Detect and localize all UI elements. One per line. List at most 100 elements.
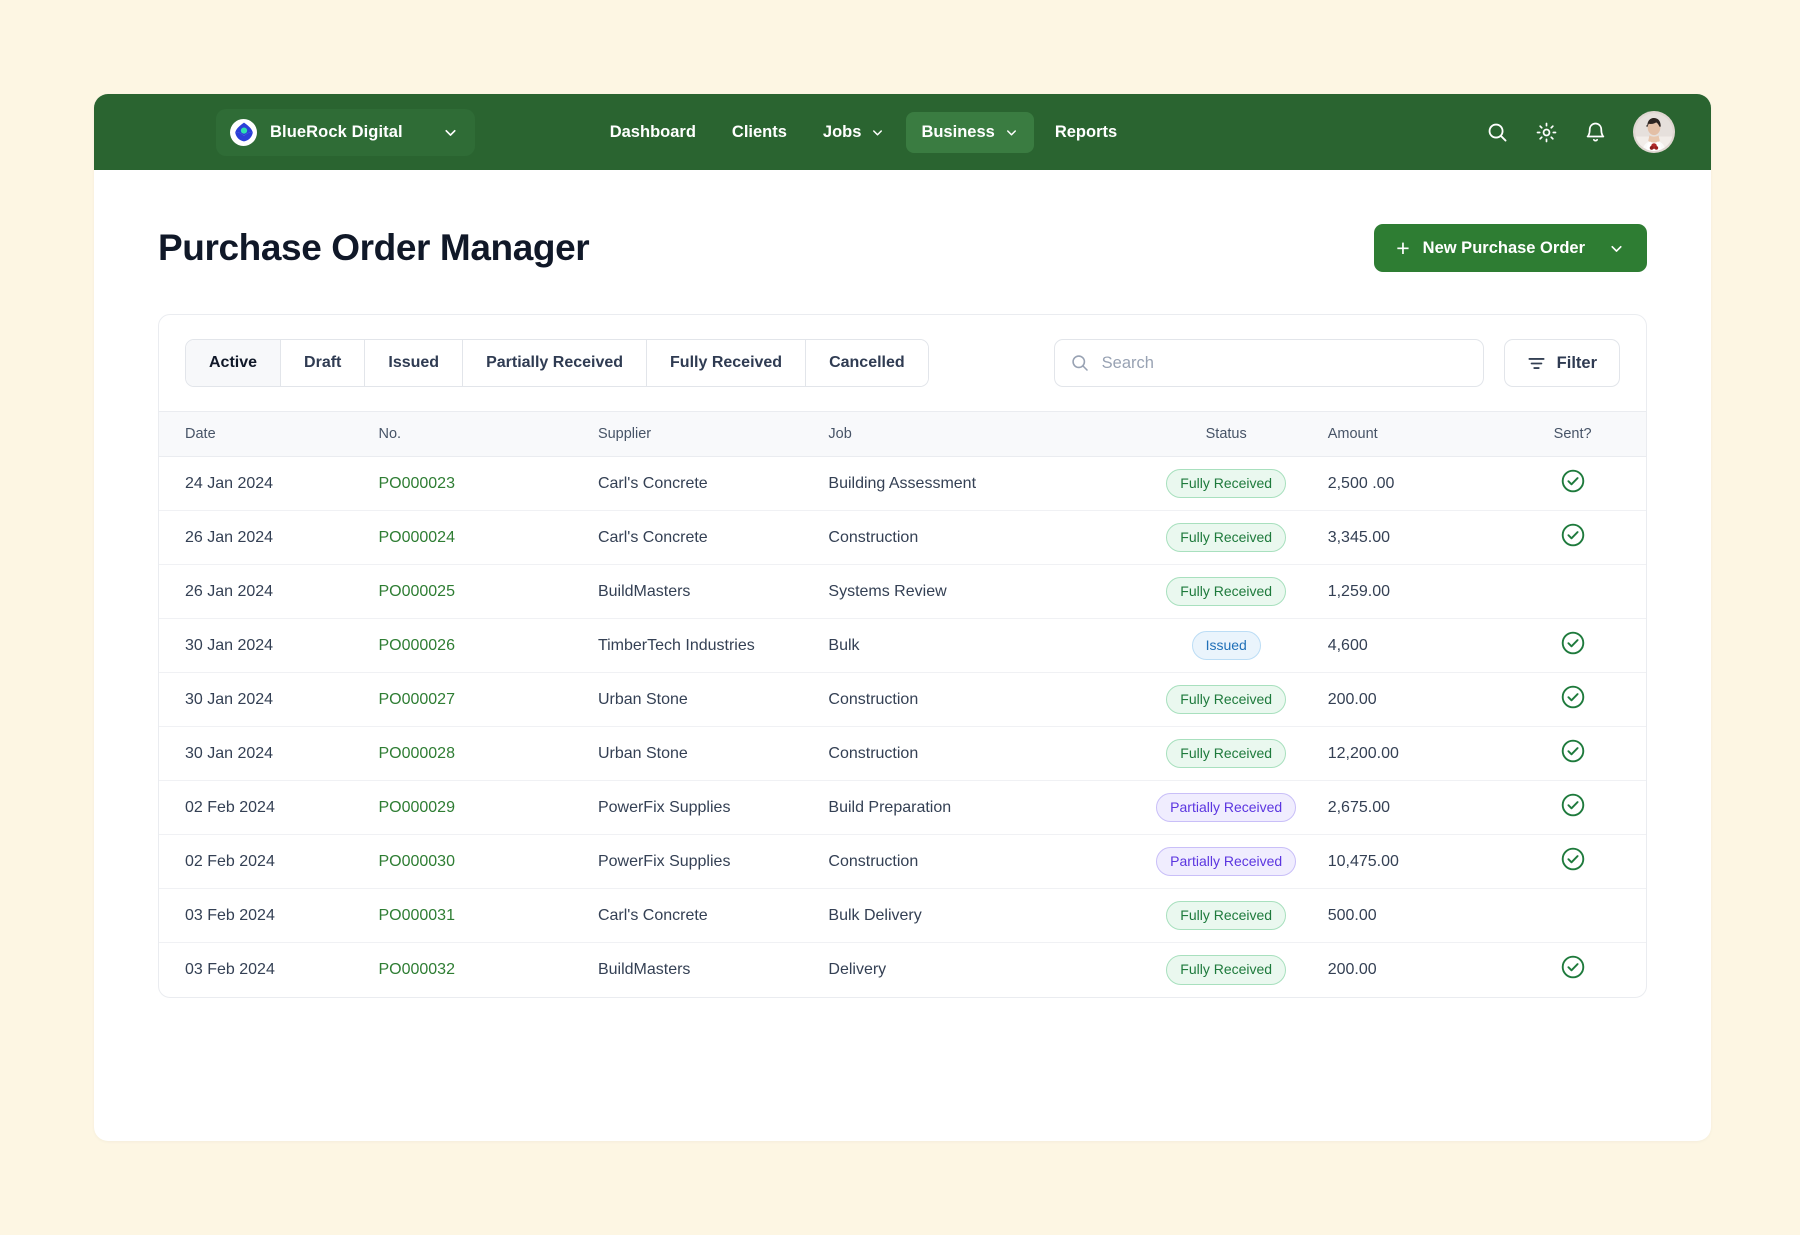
table-row[interactable]: 24 Jan 2024 PO000023 Carl's Concrete Buildi… xyxy=(159,456,1646,511)
cell-no: PO000024 xyxy=(378,510,598,565)
bell-icon[interactable] xyxy=(1584,121,1607,144)
purchase-order-link[interactable]: PO000028 xyxy=(378,745,455,762)
cell-job: Bulk Delivery xyxy=(828,888,1125,943)
cell-no: PO000025 xyxy=(378,564,598,619)
cell-no: PO000029 xyxy=(378,780,598,835)
tab-issued[interactable]: Issued xyxy=(365,340,464,386)
cell-job: Construction xyxy=(828,726,1125,781)
cell-job: Bulk xyxy=(828,618,1125,673)
purchase-order-link[interactable]: PO000023 xyxy=(378,475,455,492)
cell-job: Construction xyxy=(828,510,1125,565)
cell-status: Fully Received xyxy=(1124,456,1328,511)
search-icon[interactable] xyxy=(1486,121,1509,144)
table-row[interactable]: 26 Jan 2024 PO000025 BuildMasters Systems R… xyxy=(159,564,1646,619)
purchase-order-link[interactable]: PO000032 xyxy=(378,961,455,978)
status-badge: Fully Received xyxy=(1166,522,1287,553)
status-badge: Issued xyxy=(1191,630,1261,661)
table-row[interactable]: 30 Jan 2024 PO000028 Urban Stone Constructi… xyxy=(159,726,1646,781)
cell-amount: 2,675.00 xyxy=(1327,780,1526,835)
cell-supplier: Urban Stone xyxy=(597,672,829,727)
search-input[interactable] xyxy=(1053,339,1484,387)
page-body: Purchase Order Manager + New Purchase Or… xyxy=(94,170,1711,998)
table-row[interactable]: 30 Jan 2024 PO000026 TimberTech Industries… xyxy=(159,618,1646,673)
nav-item-business[interactable]: Business xyxy=(906,111,1034,153)
cell-date: 26 Jan 2024 xyxy=(159,510,379,565)
cell-no: PO000031 xyxy=(378,888,598,943)
cell-amount: 500.00 xyxy=(1327,888,1526,943)
nav-links: Dashboard Clients Jobs Business Reports xyxy=(595,111,1132,153)
cell-amount: 10,475.00 xyxy=(1327,834,1526,889)
cell-status: Fully Received xyxy=(1124,564,1328,619)
cell-status: Partially Received xyxy=(1124,834,1328,889)
table-row[interactable]: 03 Feb 2024 PO000031 Carl's Concrete Bulk D… xyxy=(159,888,1646,943)
cell-date: 30 Jan 2024 xyxy=(159,672,379,727)
check-circle-icon xyxy=(1560,522,1586,548)
status-badge: Fully Received xyxy=(1166,900,1287,931)
cell-sent xyxy=(1525,726,1646,781)
column-header-job: Job xyxy=(828,411,1125,457)
nav-item-dashboard[interactable]: Dashboard xyxy=(595,112,711,153)
tab-partially-received[interactable]: Partially Received xyxy=(463,340,648,386)
purchase-order-link[interactable]: PO000025 xyxy=(378,583,455,600)
table-head: Date No. Supplier Job Status Amount Sent… xyxy=(159,411,1646,457)
nav-item-jobs[interactable]: Jobs xyxy=(808,112,901,153)
chevron-down-icon xyxy=(1608,240,1625,257)
table-row[interactable]: 02 Feb 2024 PO000029 PowerFix Supplies Buil… xyxy=(159,780,1646,835)
cell-status: Fully Received xyxy=(1125,943,1328,997)
gear-icon[interactable] xyxy=(1535,121,1558,144)
purchase-order-link[interactable]: PO000030 xyxy=(378,853,455,870)
purchase-order-link[interactable]: PO000029 xyxy=(378,799,455,816)
status-filter-tabs: Active Draft Issued Partially Received F… xyxy=(185,339,929,387)
table-row[interactable]: 30 Jan 2024 PO000027 Urban Stone Constructi… xyxy=(159,672,1646,727)
brand-switcher[interactable]: BlueRock Digital xyxy=(216,108,475,156)
tab-label: Partially Received xyxy=(486,354,624,371)
page-title: Purchase Order Manager xyxy=(158,227,590,268)
purchase-order-link[interactable]: PO000031 xyxy=(378,907,455,924)
nav-item-reports[interactable]: Reports xyxy=(1040,112,1132,153)
table-row[interactable]: 26 Jan 2024 PO000024 Carl's Concrete Constr… xyxy=(159,510,1646,565)
cell-job: Construction xyxy=(828,834,1125,889)
cell-no: PO000023 xyxy=(378,456,598,511)
cell-sent xyxy=(1525,672,1646,727)
check-circle-icon xyxy=(1560,954,1586,980)
chevron-down-icon xyxy=(870,125,885,140)
page-header: Purchase Order Manager + New Purchase Or… xyxy=(158,224,1647,272)
cell-no: PO000028 xyxy=(378,726,598,781)
status-badge: Partially Received xyxy=(1156,846,1297,877)
check-circle-icon xyxy=(1560,792,1586,818)
new-purchase-order-button[interactable]: + New Purchase Order xyxy=(1374,224,1647,272)
purchase-order-link[interactable]: PO000026 xyxy=(378,637,455,654)
check-circle-icon xyxy=(1560,738,1586,764)
avatar[interactable] xyxy=(1633,111,1675,153)
filter-label: Filter xyxy=(1556,353,1597,372)
cell-status: Fully Received xyxy=(1124,510,1328,565)
cell-job: Build Preparation xyxy=(828,780,1125,835)
nav-right-actions xyxy=(1486,111,1675,153)
tab-fully-received[interactable]: Fully Received xyxy=(647,340,807,386)
nav-item-label: Dashboard xyxy=(609,122,696,141)
table-row[interactable]: 02 Feb 2024 PO000030 PowerFix Supplies Cons… xyxy=(159,834,1646,889)
cell-amount: 200.00 xyxy=(1327,960,1377,978)
cell-amount: 1,259.00 xyxy=(1327,564,1526,619)
purchase-order-link[interactable]: PO000027 xyxy=(378,691,455,708)
cell-no: PO000026 xyxy=(378,618,598,673)
cell-sent xyxy=(1525,780,1646,835)
check-circle-icon xyxy=(1560,684,1586,710)
status-badge: Fully Received xyxy=(1166,576,1287,607)
tab-cancelled[interactable]: Cancelled xyxy=(806,340,928,386)
status-badge: Fully Received xyxy=(1166,955,1287,985)
cell-sent xyxy=(1525,943,1646,997)
chevron-down-icon[interactable] xyxy=(442,124,459,141)
table-row[interactable]: 03 Feb 2024 PO000032 BuildMasters Delivery F… xyxy=(159,943,1646,997)
nav-item-clients[interactable]: Clients xyxy=(717,112,802,153)
cell-amount: 4,600 xyxy=(1327,618,1526,673)
filter-button[interactable]: Filter xyxy=(1503,339,1620,387)
column-header-supplier: Supplier xyxy=(597,411,829,457)
status-badge: Partially Received xyxy=(1156,792,1297,823)
tab-active[interactable]: Active xyxy=(186,340,282,386)
tab-draft[interactable]: Draft xyxy=(281,340,366,386)
status-badge: Fully Received xyxy=(1166,684,1287,715)
purchase-order-link[interactable]: PO000024 xyxy=(378,529,455,546)
brand-name: BlueRock Digital xyxy=(270,122,403,141)
cell-status: Issued xyxy=(1124,618,1328,673)
